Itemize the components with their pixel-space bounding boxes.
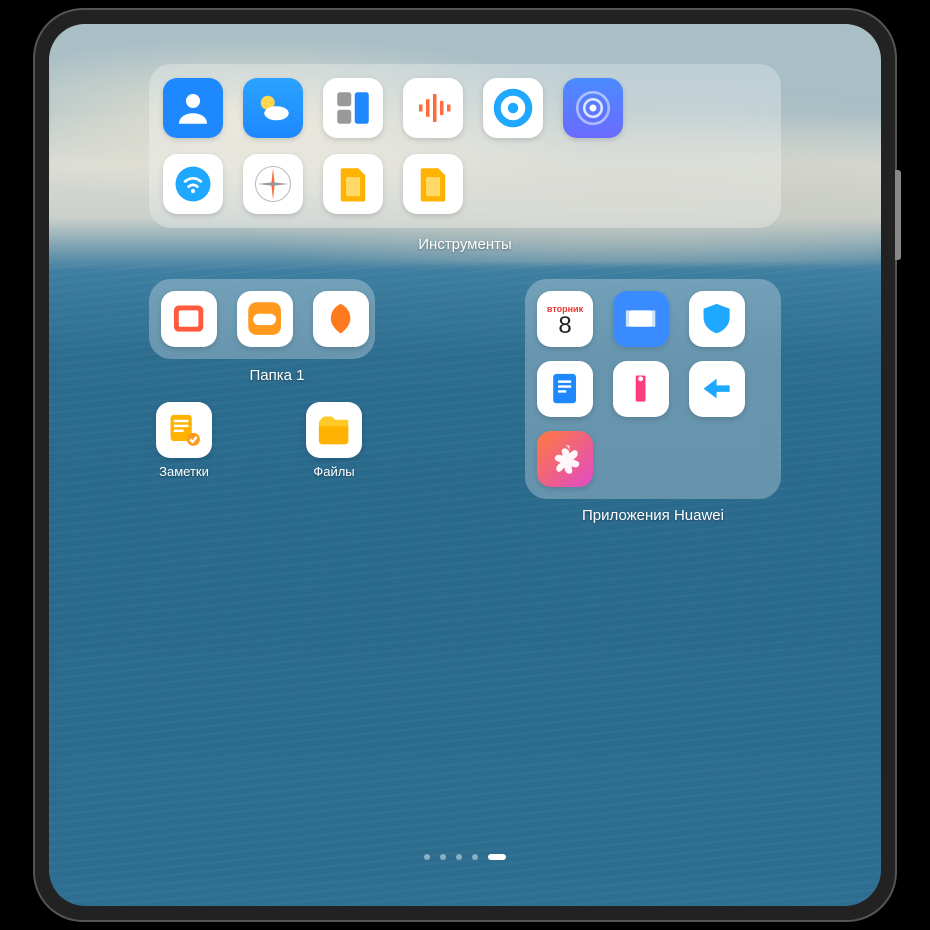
document-icon[interactable] <box>537 361 593 417</box>
video-icon[interactable] <box>613 291 669 347</box>
wifi-icon[interactable] <box>163 154 223 214</box>
flower-icon[interactable] <box>537 431 593 487</box>
petal-icon[interactable] <box>313 291 369 347</box>
recorder-icon[interactable] <box>403 78 463 138</box>
app-notes[interactable]: Заметки <box>149 402 219 479</box>
info-icon[interactable] <box>613 361 669 417</box>
page-dot[interactable] <box>472 854 478 860</box>
folder-1[interactable] <box>149 279 375 359</box>
folder-huawei[interactable]: вторник 8 <box>525 279 781 499</box>
folder-huawei-label: Приложения Huawei <box>525 507 781 524</box>
files-icon <box>306 402 362 458</box>
compass-icon[interactable] <box>243 154 303 214</box>
game-controller-icon[interactable] <box>237 291 293 347</box>
calendar-icon[interactable]: вторник 8 <box>537 291 593 347</box>
page-dot-active[interactable] <box>488 854 506 860</box>
book-icon[interactable] <box>161 291 217 347</box>
page-indicator[interactable] <box>424 854 506 860</box>
page-dot[interactable] <box>424 854 430 860</box>
folder-tools[interactable] <box>149 64 781 228</box>
page-dot[interactable] <box>440 854 446 860</box>
weather-icon[interactable] <box>243 78 303 138</box>
folder-tools-label: Инструменты <box>149 236 781 253</box>
calendar-day: 8 <box>558 314 571 338</box>
app-notes-label: Заметки <box>159 464 209 479</box>
calculator-icon[interactable] <box>323 78 383 138</box>
notes-icon <box>156 402 212 458</box>
sim-icon[interactable] <box>323 154 383 214</box>
contacts-icon[interactable] <box>163 78 223 138</box>
app-files[interactable]: Файлы <box>299 402 369 479</box>
disc-icon[interactable] <box>483 78 543 138</box>
folder-1-label: Папка 1 <box>149 367 405 384</box>
sim-icon[interactable] <box>403 154 463 214</box>
power-button[interactable] <box>895 170 901 260</box>
device-frame: Инструменты <box>35 10 895 920</box>
find-device-icon[interactable] <box>563 78 623 138</box>
transfer-icon[interactable] <box>689 361 745 417</box>
page-dot[interactable] <box>456 854 462 860</box>
shield-icon[interactable] <box>689 291 745 347</box>
app-files-label: Файлы <box>313 464 354 479</box>
home-screen[interactable]: Инструменты <box>49 24 881 906</box>
